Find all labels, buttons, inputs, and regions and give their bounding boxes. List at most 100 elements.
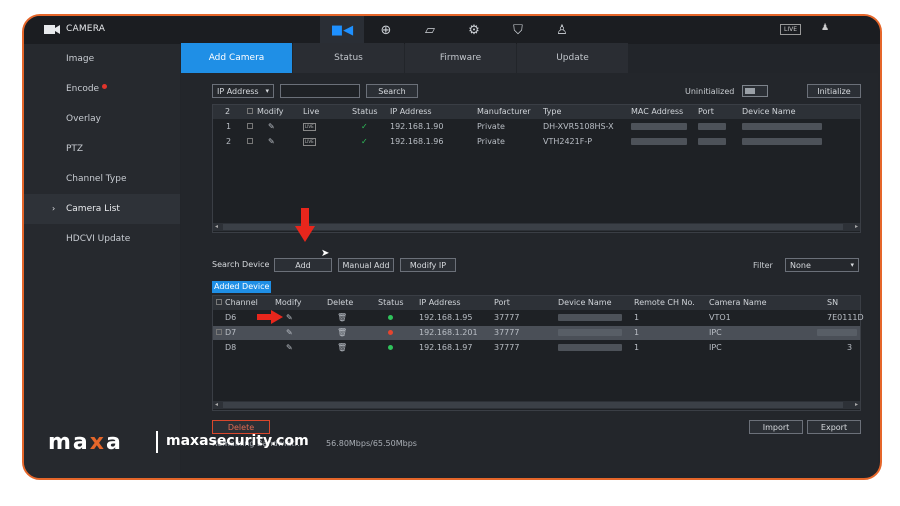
network-icon[interactable]: ⊕ <box>364 16 408 44</box>
mac-address-redacted <box>631 120 687 134</box>
table-header: Channel Modify Delete Status IP Address … <box>213 296 860 310</box>
tab-firmware[interactable]: Firmware <box>405 43 516 73</box>
storage-icon[interactable]: ▱ <box>408 16 452 44</box>
camera-icon <box>44 25 60 34</box>
account-icon[interactable]: ♙ <box>540 16 584 44</box>
export-button[interactable]: Export <box>807 420 861 434</box>
tab-add-camera[interactable]: Add Camera <box>181 43 292 73</box>
row-checkbox[interactable] <box>247 138 253 144</box>
search-device-button[interactable]: Search Device <box>212 258 270 272</box>
row-checkbox[interactable] <box>216 329 222 335</box>
column-header: Status <box>352 107 378 116</box>
serial-number: 7E0111D <box>827 313 864 322</box>
sidebar-item-camera-list[interactable]: › Camera List <box>24 194 180 224</box>
sidebar-item-label: Encode <box>66 84 100 94</box>
modify-ip-button[interactable]: Modify IP <box>400 258 456 272</box>
horizontal-scrollbar[interactable]: ◂ ▸ <box>213 401 860 409</box>
mouse-cursor-icon: ➤ <box>321 248 330 259</box>
manual-add-button[interactable]: Manual Add <box>338 258 394 272</box>
channel: D7 <box>225 328 237 337</box>
scroll-right-icon[interactable]: ▸ <box>855 401 858 409</box>
port: 37777 <box>494 343 520 352</box>
sidebar-item-hdcvi-update[interactable]: HDCVI Update <box>24 224 180 254</box>
manufacturer: Private <box>477 122 505 131</box>
sidebar-item-label: Overlay <box>66 114 101 124</box>
channel: D8 <box>225 343 237 352</box>
scroll-left-icon[interactable]: ◂ <box>215 401 218 409</box>
column-header: Live <box>303 107 320 116</box>
camera-icon[interactable]: ■◀ <box>320 16 364 44</box>
trash-icon[interactable]: 🗑 <box>337 311 347 325</box>
select-all-checkbox[interactable] <box>247 108 253 114</box>
scroll-thumb[interactable] <box>223 224 843 230</box>
initialize-button[interactable]: Initialize <box>807 84 861 98</box>
device-name-redacted <box>558 341 622 355</box>
top-bar: CAMERA ■◀ ⊕ ▱ ⚙ ⛉ ♙ LIVE ♟ <box>24 16 880 44</box>
select-all-checkbox[interactable] <box>216 299 222 305</box>
trash-icon[interactable]: 🗑 <box>337 326 347 340</box>
tab-status[interactable]: Status <box>293 43 404 73</box>
edit-icon[interactable]: ✎ <box>286 311 293 325</box>
filter-select[interactable]: None <box>785 258 859 272</box>
security-icon[interactable]: ⛉ <box>496 16 540 44</box>
edit-icon[interactable]: ✎ <box>268 120 275 134</box>
device-name-redacted <box>558 311 622 325</box>
table-row[interactable]: 1 ✎ LIVE ✓ 192.168.1.90 Private DH-XVR51… <box>213 120 860 134</box>
sidebar-item-label: HDCVI Update <box>66 234 131 244</box>
scroll-right-icon[interactable]: ▸ <box>855 223 858 231</box>
table-row[interactable]: D8 ✎ 🗑 192.168.1.97 37777 1 IPC 3 <box>213 341 860 355</box>
row-checkbox[interactable] <box>247 123 253 129</box>
sidebar: Image Encode Overlay PTZ Channel Type › C… <box>24 44 180 478</box>
sidebar-item-image[interactable]: Image <box>24 44 180 74</box>
serial-number-redacted <box>817 326 857 340</box>
edit-icon[interactable]: ✎ <box>286 341 293 355</box>
table-row[interactable]: D6 ✎ 🗑 192.168.1.95 37777 1 VTO1 7E0111D <box>213 311 864 325</box>
search-input[interactable] <box>280 84 360 98</box>
trash-icon[interactable]: 🗑 <box>337 341 347 355</box>
table-row[interactable]: D7 ✎ 🗑 192.168.1.201 37777 1 IPC <box>213 326 860 340</box>
ip-address: 192.168.1.90 <box>390 122 444 131</box>
top-nav: ■◀ ⊕ ▱ ⚙ ⛉ ♙ <box>320 16 584 44</box>
edit-icon[interactable]: ✎ <box>286 326 293 340</box>
user-icon[interactable]: ♟ <box>821 23 829 33</box>
import-button[interactable]: Import <box>749 420 803 434</box>
column-header: Device Name <box>742 107 796 116</box>
search-button[interactable]: Search <box>366 84 418 98</box>
uninitialized-toggle[interactable] <box>742 85 768 97</box>
delete-button[interactable]: Delete <box>212 420 270 434</box>
live-icon[interactable]: LIVE <box>303 120 316 134</box>
search-filter-select[interactable]: IP Address <box>212 84 274 98</box>
sidebar-item-ptz[interactable]: PTZ <box>24 134 180 164</box>
manufacturer: Private <box>477 137 505 146</box>
table-header: 2 Modify Live Status IP Address Manufact… <box>213 105 860 119</box>
status-online-dot <box>388 311 393 325</box>
table-row[interactable]: 2 ✎ LIVE ✓ 192.168.1.96 Private VTH2421F… <box>213 135 860 149</box>
settings-icon[interactable]: ⚙ <box>452 16 496 44</box>
device-type: DH-XVR5108HS-X <box>543 122 614 131</box>
live-icon[interactable]: LIVE <box>303 135 316 149</box>
port-redacted <box>698 120 726 134</box>
tab-update[interactable]: Update <box>517 43 628 73</box>
annotation-arrow-down-icon <box>295 208 315 242</box>
added-device-table: Channel Modify Delete Status IP Address … <box>212 295 864 411</box>
sidebar-item-overlay[interactable]: Overlay <box>24 104 180 134</box>
scroll-left-icon[interactable]: ◂ <box>215 223 218 231</box>
sidebar-item-channel-type[interactable]: Channel Type <box>24 164 180 194</box>
status-offline-dot <box>388 326 393 340</box>
brand-logo: maxa <box>48 430 123 455</box>
port-redacted <box>698 135 726 149</box>
sidebar-item-encode[interactable]: Encode <box>24 74 180 104</box>
add-button[interactable]: Add <box>274 258 332 272</box>
live-button[interactable]: LIVE <box>780 24 802 35</box>
device-name-redacted <box>558 326 622 340</box>
column-header: Camera Name <box>709 298 767 307</box>
ip-address: 192.168.1.96 <box>390 137 444 146</box>
column-header: IP Address <box>390 107 432 116</box>
remote-channel: 1 <box>634 328 640 337</box>
scroll-thumb[interactable] <box>223 402 843 408</box>
device-name-redacted <box>742 120 822 134</box>
column-header: 2 <box>225 107 231 116</box>
annotation-arrow-right-icon <box>257 310 283 324</box>
edit-icon[interactable]: ✎ <box>268 135 275 149</box>
mac-address-redacted <box>631 135 687 149</box>
